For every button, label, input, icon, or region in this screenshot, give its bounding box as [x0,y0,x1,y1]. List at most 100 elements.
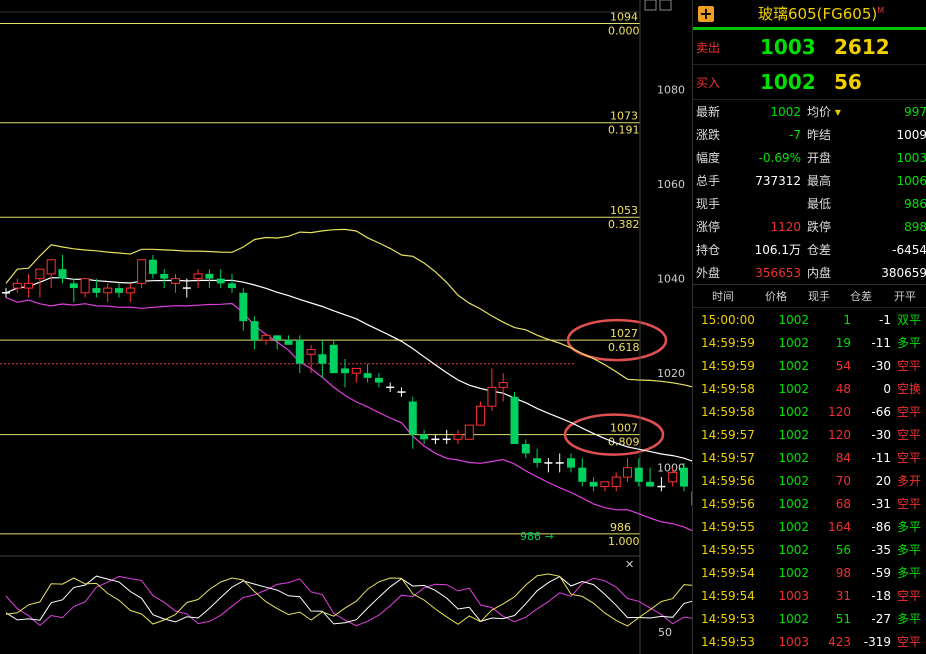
trade-row: 14:59:56 1002 68 -31 空平 [701,496,922,512]
candle-body [239,292,248,322]
quote-row: 最新 1002 均价 ▾ 997 [696,104,926,120]
candle-body [363,373,372,378]
candle-body [205,273,214,279]
candle-body [261,334,271,341]
trade-table-header: 时间 价格 现手 仓差 开平 [693,284,926,308]
fib-price-label: 1007 [610,422,638,435]
quote-row: 总手 737312 最高 1006 [696,173,926,189]
trade-row: 14:59:55 1002 56 -35 多平 [701,542,922,558]
candle-body [464,424,474,440]
y-tick-label: 1080 [657,84,685,97]
quote-table: 最新 1002 均价 ▾ 997 涨跌 -7 昨结 1009 幅度 -0.69% 开盘 1003 总手 7… [693,100,926,284]
candle-body [329,344,338,374]
accent-bar [693,27,926,30]
quote-row: 涨跌 -7 昨结 1009 [696,127,926,143]
trade-row: 14:59:57 1002 120 -30 空平 [701,427,922,443]
candle-body [680,467,688,487]
column-header: 时间 [712,290,734,303]
column-header: 仓差 [850,290,872,303]
trade-row: 14:59:53 1003 423 -319 空平 [701,634,922,650]
candle-body [216,278,225,284]
quote-row: 涨停 1120 跌停 898 [696,219,926,235]
close-pane-icon[interactable]: ✕ [625,558,634,571]
candle-body [250,321,259,341]
trade-row: 14:59:59 1002 19 -11 多平 [701,335,922,351]
candle-body [578,467,587,482]
bid-row: 买入 1002 56 [693,65,926,100]
candle-body [24,282,34,289]
candle-body [533,458,542,463]
upper-band-line [5,228,692,388]
quote-row: 现手 最低 986 [696,196,926,212]
fib-price-label: 1027 [610,327,638,340]
candle-body [115,288,123,293]
candle-body [341,368,349,374]
indicator-tick-label: 50 [658,626,672,639]
quote-panel: + 玻璃605(FG605)M 卖出 1003 2612 买入 1002 56 … [692,0,926,654]
candle-body [611,476,621,488]
candle-body [148,259,157,274]
dropdown-icon: ▾ [831,105,841,119]
trade-list[interactable]: 15:00:00 1002 1 -1 双平 14:59:59 1002 19 -11 多平 14:5… [693,308,926,653]
fib-ratio-label: 0.000 [608,24,640,37]
ask-row: 卖出 1003 2612 [693,30,926,65]
candle-body [125,287,135,294]
candle-body [646,481,655,487]
candle-body [476,405,486,426]
candles: 986 → [2,255,692,543]
candle-body [46,259,56,275]
indicator-pane: 50 ✕ [5,558,692,639]
candle-body [567,458,575,468]
candle-body [351,367,361,374]
trade-row: 15:00:00 1002 1 -1 双平 [701,312,922,328]
candle-body [171,278,180,284]
candle-body [408,401,417,435]
candlestick-chart[interactable]: 10940.00010730.19110530.38210270.6181007… [0,0,692,654]
candle-body [487,386,497,407]
candle-body [318,354,327,364]
trade-row: 14:59:56 1002 70 20 多开 [701,473,922,489]
trade-row: 14:59:57 1002 84 -11 空平 [701,450,922,466]
candle-body [600,481,610,488]
trade-row: 14:59:54 1003 31 -18 空平 [701,588,922,604]
fib-ratio-label: 0.618 [608,341,640,354]
contract-title: 玻璃605(FG605)M [758,5,885,23]
fib-price-label: 986 [610,521,631,534]
fib-ratio-label: 1.000 [608,535,640,548]
candle-body [228,283,236,289]
m-toggle-icon [659,0,672,11]
candle-body [284,340,293,345]
candle-body [668,471,678,483]
s-toggle-icon [644,0,657,11]
candle-body [273,335,282,341]
trade-row: 14:59:58 1002 120 -66 空平 [701,404,922,420]
y-tick-label: 1060 [657,178,685,191]
candle-body [374,377,383,383]
candle-body [35,268,45,280]
candle-body [193,273,203,280]
panel-header: + 玻璃605(FG605)M [693,0,926,27]
candle-body [420,434,429,440]
fib-ratio-label: 0.382 [608,218,640,231]
quote-row: 幅度 -0.69% 开盘 1003 [696,150,926,166]
quote-row: 持仓 106.1万 仓差 -6454 [696,242,926,258]
candle-body [634,467,643,482]
candle-body [80,278,90,294]
add-icon[interactable]: + [698,5,714,22]
fibonacci-levels: 10940.00010730.19110530.38210270.6181007… [0,10,668,548]
candle-body [295,340,304,364]
column-header: 价格 [765,290,787,303]
y-tick-label: 1020 [657,367,685,380]
candle-body [103,287,113,294]
low-price-marker: 986 → [520,530,554,543]
fib-price-label: 1073 [610,110,638,123]
fib-ratio-label: 0.191 [608,124,640,137]
candle-body [498,382,508,388]
candle-body [160,273,169,279]
column-header: 现手 [808,290,830,303]
candle-body [623,467,632,478]
candle-body [58,269,67,279]
trade-row: 14:59:54 1002 98 -59 多平 [701,565,922,581]
candle-body [453,434,463,440]
trade-row: 14:59:53 1002 51 -27 多平 [701,611,922,627]
